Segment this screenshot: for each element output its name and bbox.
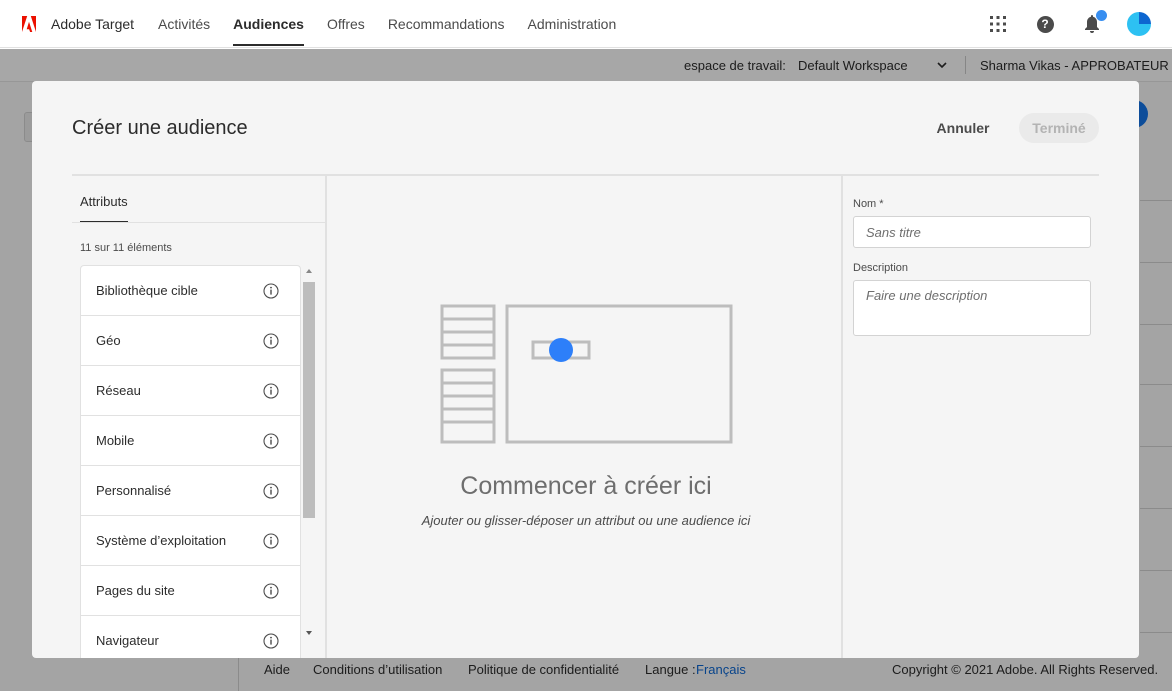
attribute-label: Navigateur (96, 633, 159, 648)
top-navigation: Adobe Target Activités Audiences Offres … (0, 0, 1172, 48)
item-count: 11 sur 11 éléments (80, 242, 172, 254)
top-icons: ? (985, 10, 1152, 37)
nav-administration[interactable]: Administration (528, 0, 617, 48)
scrollbar[interactable] (302, 265, 316, 641)
attribute-item-systeme-exploitation[interactable]: Système d’exploitation (81, 516, 300, 566)
create-audience-dialog: Créer une audience Annuler Terminé Attri… (32, 81, 1139, 658)
attribute-item-navigateur[interactable]: Navigateur (81, 616, 300, 658)
attribute-label: Système d’exploitation (96, 533, 227, 548)
empty-state-subtitle: Ajouter ou glisser-déposer un attribut o… (421, 513, 751, 528)
audience-builder-canvas[interactable]: Commencer à créer ici Ajouter ou glisser… (329, 176, 843, 658)
drag-drop-illustration-icon (440, 304, 733, 444)
dialog-title: Créer une audience (72, 117, 248, 139)
attribute-item-mobile[interactable]: Mobile (81, 416, 300, 466)
info-icon[interactable] (263, 433, 279, 449)
attribute-item-reseau[interactable]: Réseau (81, 366, 300, 416)
attribute-label: Géo (96, 333, 121, 348)
info-icon[interactable] (263, 333, 279, 349)
nav-audiences[interactable]: Audiences (233, 0, 304, 48)
attribute-label: Bibliothèque cible (96, 283, 198, 298)
scroll-up-arrow-icon[interactable] (306, 269, 312, 273)
attributes-panel: Attributs 11 sur 11 éléments Bibliothèqu… (72, 176, 327, 658)
apps-grid-icon[interactable] (985, 11, 1011, 37)
info-icon[interactable] (263, 533, 279, 549)
scroll-down-arrow-icon[interactable] (306, 631, 312, 635)
help-icon[interactable]: ? (1032, 11, 1058, 37)
user-avatar[interactable] (1126, 11, 1152, 37)
info-icon[interactable] (263, 583, 279, 599)
app-title[interactable]: Adobe Target (51, 16, 134, 32)
cancel-button[interactable]: Annuler (928, 113, 998, 143)
notification-badge (1096, 10, 1107, 21)
info-icon[interactable] (263, 483, 279, 499)
properties-panel: Nom * Description (853, 176, 1099, 658)
nav-offres[interactable]: Offres (327, 0, 365, 48)
info-icon[interactable] (263, 633, 279, 649)
nav-activites[interactable]: Activités (158, 0, 210, 48)
name-input[interactable] (853, 216, 1091, 248)
name-label: Nom * (853, 198, 884, 210)
attribute-item-pages-du-site[interactable]: Pages du site (81, 566, 300, 616)
description-label: Description (853, 262, 909, 274)
nav-recommandations[interactable]: Recommandations (388, 0, 505, 48)
attribute-label: Pages du site (96, 583, 175, 598)
main-nav: Activités Audiences Offres Recommandatio… (158, 0, 639, 48)
description-textarea[interactable] (853, 280, 1091, 336)
tab-attributes[interactable]: Attributs (80, 194, 128, 223)
attribute-item-personnalise[interactable]: Personnalisé (81, 466, 300, 516)
attribute-item-geo[interactable]: Géo (81, 316, 300, 366)
empty-state-title: Commencer à créer ici (460, 472, 712, 500)
info-icon[interactable] (263, 283, 279, 299)
info-icon[interactable] (263, 383, 279, 399)
attribute-item-bibliotheque-cible[interactable]: Bibliothèque cible (81, 266, 300, 316)
adobe-logo-icon[interactable] (22, 16, 36, 32)
attribute-label: Mobile (96, 433, 135, 448)
attribute-label: Réseau (96, 383, 141, 398)
scrollbar-thumb[interactable] (303, 282, 315, 518)
done-button[interactable]: Terminé (1019, 113, 1099, 143)
bell-icon[interactable] (1079, 10, 1107, 37)
tab-divider (72, 222, 327, 223)
attribute-list: Bibliothèque cible Géo Réseau Mobile Per… (80, 265, 301, 658)
attribute-label: Personnalisé (96, 483, 172, 498)
